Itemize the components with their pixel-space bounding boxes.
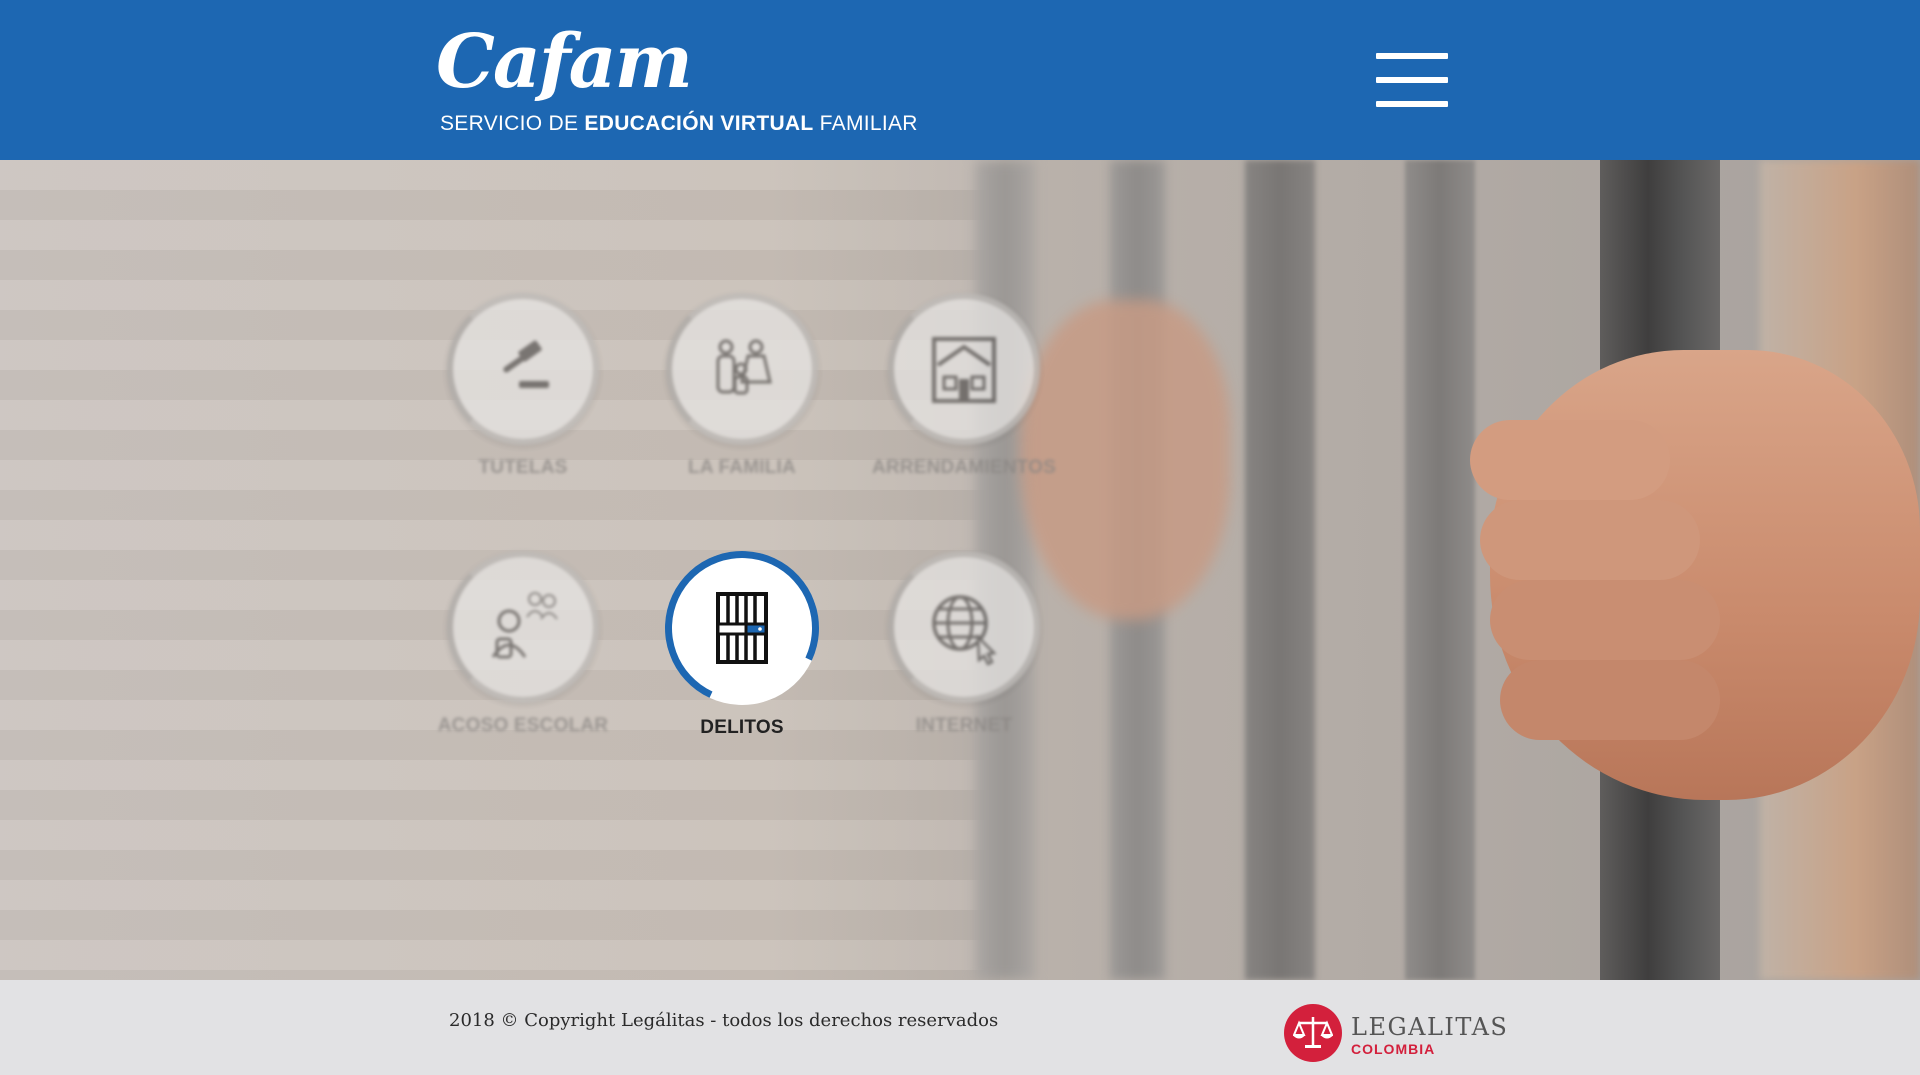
delitos-circle: [643, 529, 841, 727]
family-icon: [716, 339, 772, 395]
internet-circle: [888, 551, 1040, 703]
tutelas-circle: [447, 293, 599, 445]
site-footer: 2018 © Copyright Legálitas - todos los d…: [0, 980, 1920, 1075]
tagline-bold: EDUCACIÓN VIRTUAL: [584, 112, 814, 135]
site-tagline: SERVICIO DE EDUCACIÓN VIRTUAL FAMILIAR: [440, 112, 918, 136]
topic-acoso-escolar[interactable]: ACOSO ESCOLAR: [423, 551, 623, 737]
topic-label: ARRENDAMIENTOS: [871, 457, 1056, 478]
jail-bars-icon: [716, 592, 768, 664]
tagline-prefix: SERVICIO DE: [440, 112, 585, 135]
partner-country: COLOMBIA: [1351, 1041, 1436, 1057]
scales-icon[interactable]: [1284, 1004, 1342, 1062]
topic-label: LA FAMILIA: [688, 457, 796, 478]
bullying-icon: [491, 592, 558, 659]
topic-label: TUTELAS: [478, 457, 568, 478]
site-header: Cafam SERVICIO DE EDUCACIÓN VIRTUAL FAMI…: [0, 0, 1920, 160]
partner-name[interactable]: LEGALITAS: [1351, 1015, 1508, 1039]
la-familia-circle: [666, 293, 818, 445]
topic-arrendamientos[interactable]: ARRENDAMIENTOS: [864, 293, 1064, 479]
topic-label: INTERNET: [915, 715, 1013, 736]
arrendamientos-circle: [888, 293, 1040, 445]
topic-label: ACOSO ESCOLAR: [437, 715, 609, 736]
globe-cursor-icon: [932, 595, 997, 666]
topic-label: DELITOS: [700, 717, 784, 738]
hamburger-menu-icon[interactable]: [1376, 53, 1448, 107]
topic-la-familia[interactable]: LA FAMILIA: [642, 293, 842, 479]
gavel-icon: [503, 340, 549, 388]
acoso-escolar-circle: [447, 551, 599, 703]
copyright-text: 2018 © Copyright Legálitas - todos los d…: [449, 1010, 999, 1031]
topic-internet[interactable]: INTERNET: [864, 551, 1064, 737]
house-icon: [932, 337, 996, 403]
topic-tutelas[interactable]: TUTELAS: [423, 293, 623, 479]
topic-delitos[interactable]: DELITOS: [642, 529, 842, 739]
tagline-suffix: FAMILIAR: [813, 112, 918, 135]
cafam-logo[interactable]: Cafam: [436, 12, 693, 112]
